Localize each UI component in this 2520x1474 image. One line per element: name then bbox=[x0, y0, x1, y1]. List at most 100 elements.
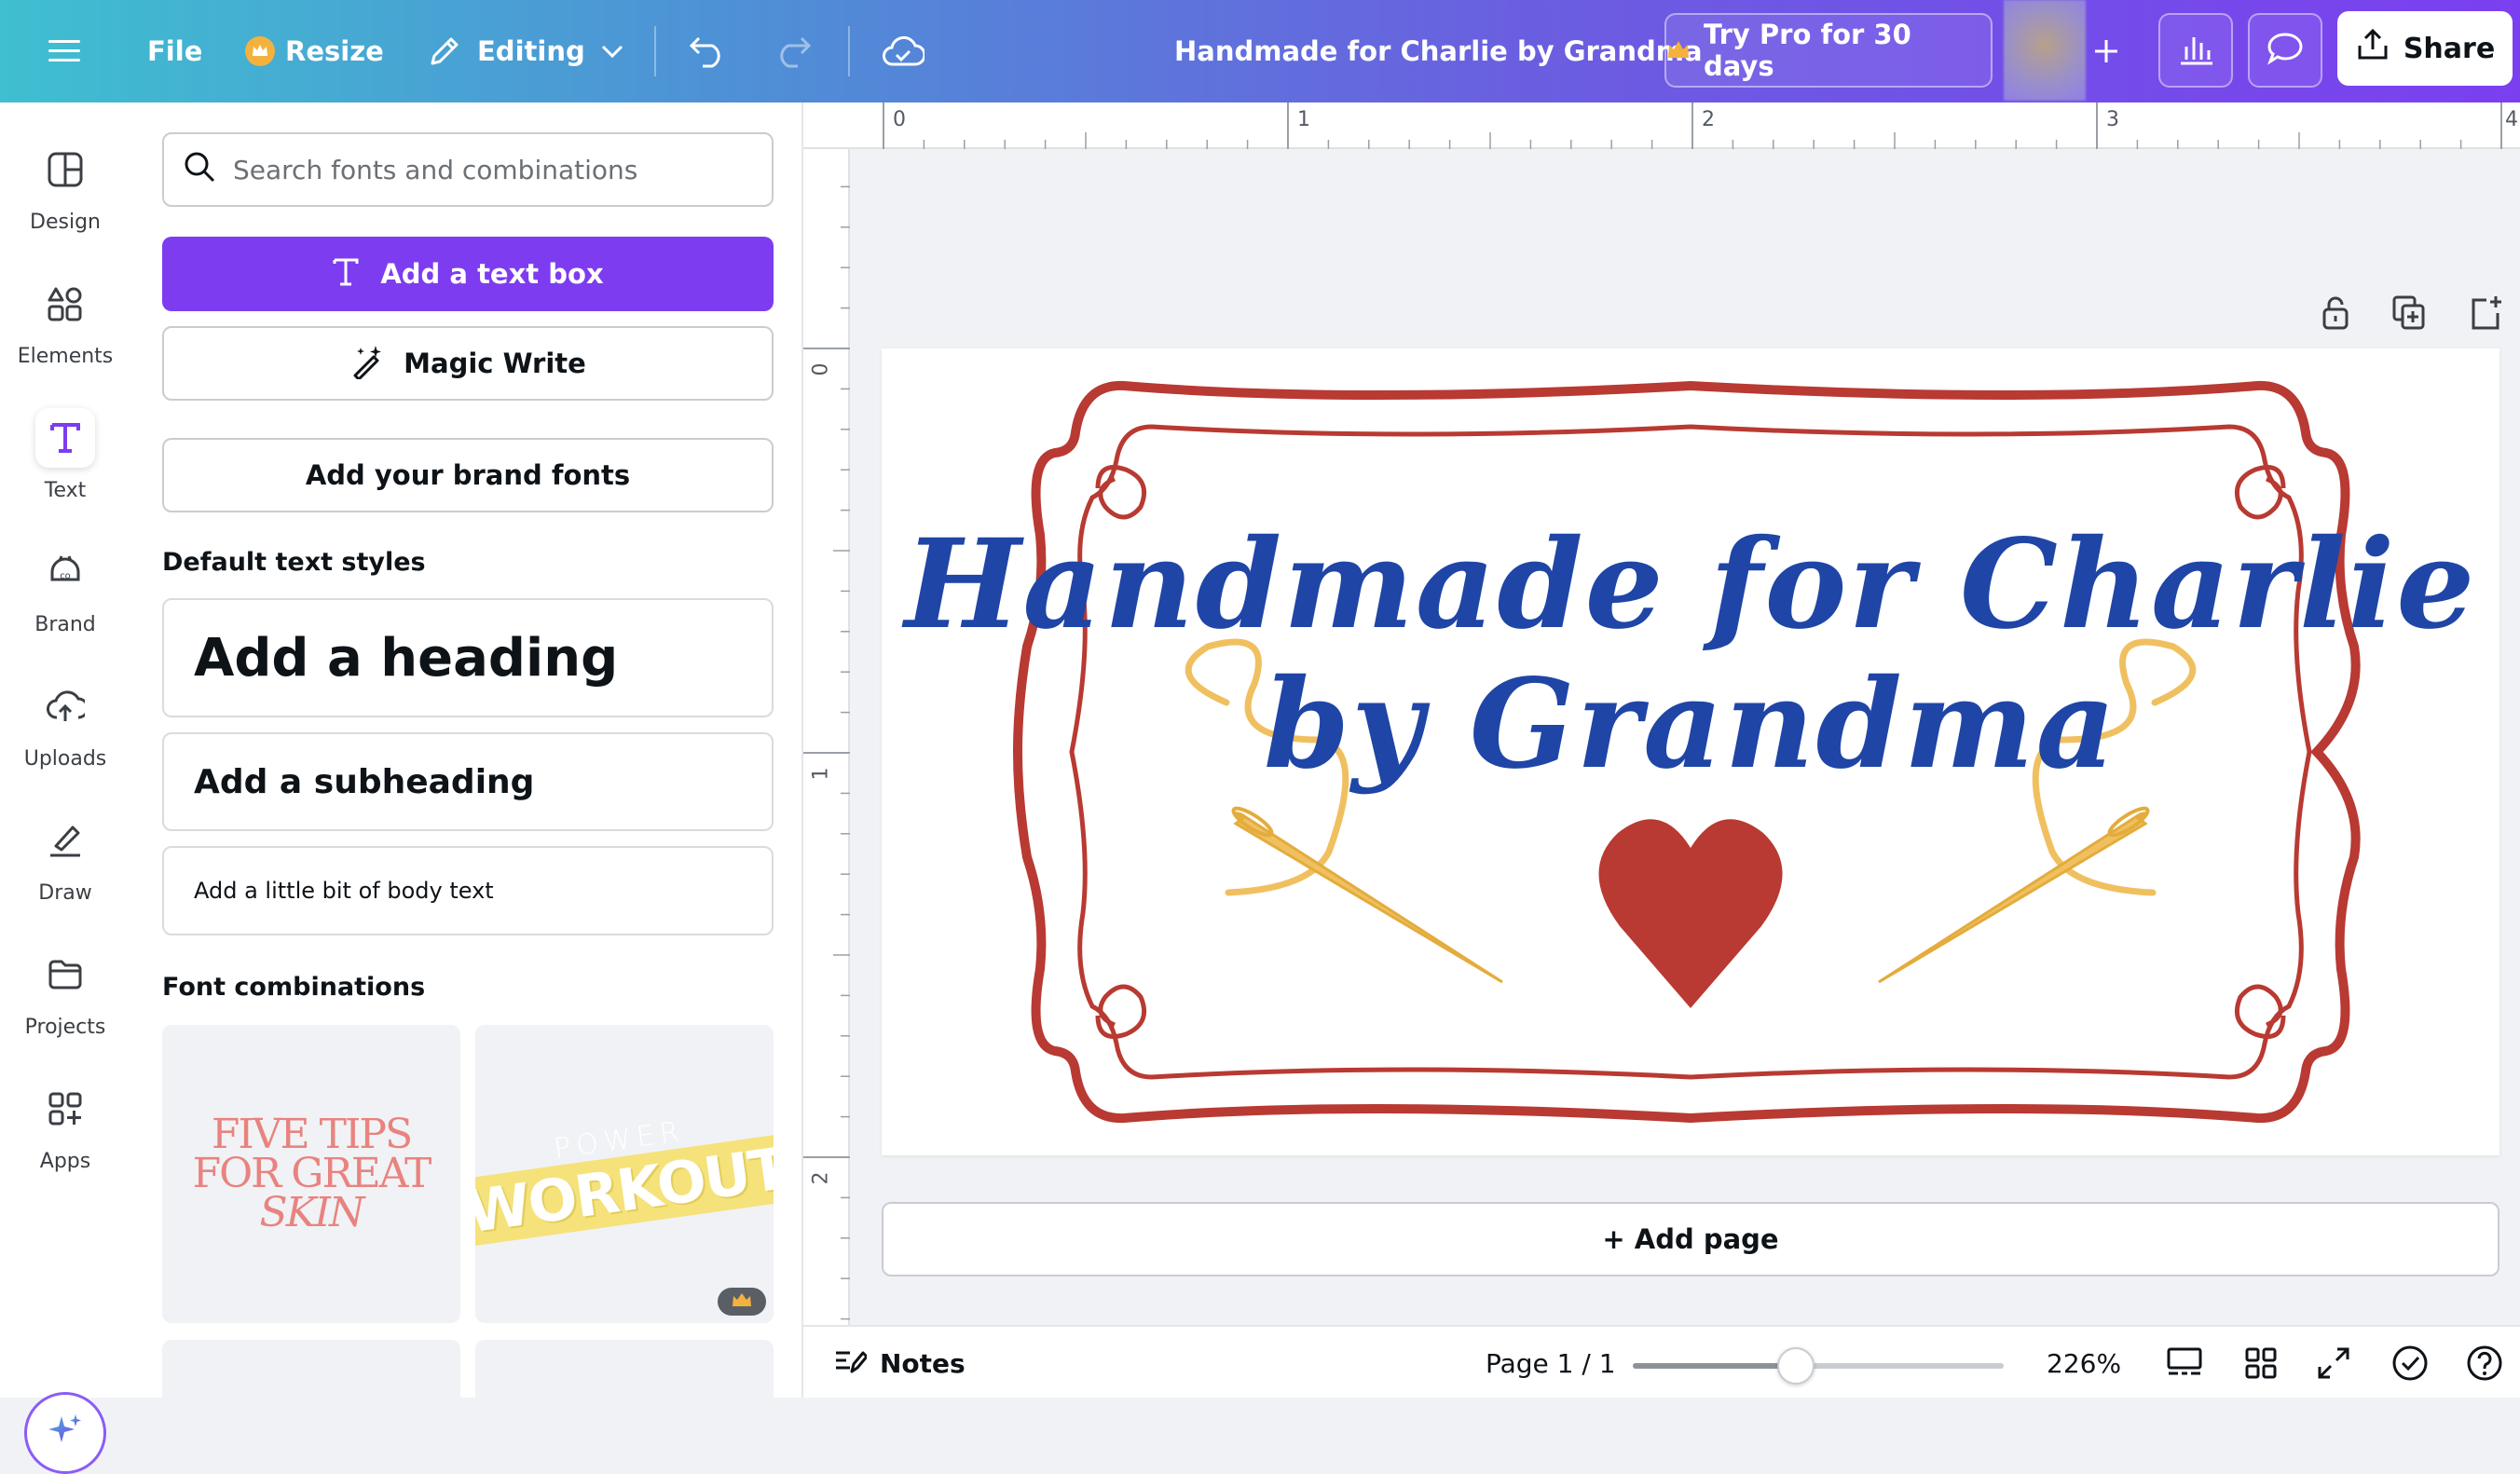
left-navigation: Design Elements Text co Brand Uploads Dr… bbox=[0, 102, 130, 1474]
add-textbox-button[interactable]: Add a text box bbox=[162, 237, 774, 311]
subheading-label: Add a subheading bbox=[194, 762, 535, 801]
design-page[interactable]: Handmade for Charlie by Grandma bbox=[882, 348, 2499, 1155]
combo-workout-text: POWER WORKOUT bbox=[475, 1100, 774, 1248]
pencil-icon bbox=[427, 34, 462, 69]
zoom-slider-handle[interactable] bbox=[1777, 1347, 1815, 1385]
toolbar-divider bbox=[654, 26, 656, 76]
font-search-input[interactable]: Search fonts and combinations bbox=[162, 132, 774, 207]
ruler-mark: 2 bbox=[1702, 108, 1715, 131]
font-combination-card[interactable]: FIVE TIPS FOR GREAT SKIN bbox=[162, 1025, 460, 1323]
comments-button[interactable] bbox=[2248, 13, 2322, 88]
add-heading-card[interactable]: Add a heading bbox=[162, 598, 774, 717]
magic-write-button[interactable]: Magic Write bbox=[162, 326, 774, 401]
add-page-button[interactable]: + Add page bbox=[882, 1202, 2499, 1276]
nav-elements-label: Elements bbox=[17, 345, 114, 368]
cloud-saved-icon[interactable] bbox=[882, 0, 924, 102]
menu-icon[interactable] bbox=[48, 0, 80, 102]
editing-mode-dropdown[interactable]: Editing bbox=[427, 0, 624, 102]
lock-icon[interactable] bbox=[2321, 294, 2350, 335]
pro-crown-badge bbox=[718, 1288, 766, 1316]
notes-icon bbox=[833, 1345, 869, 1382]
check-icon[interactable] bbox=[2391, 1327, 2429, 1399]
label-line-2[interactable]: by Grandma bbox=[882, 652, 2499, 797]
editing-label: Editing bbox=[477, 35, 585, 67]
body-label: Add a little bit of body text bbox=[194, 878, 494, 904]
help-icon[interactable] bbox=[2466, 1327, 2503, 1399]
svg-text:co: co bbox=[60, 571, 71, 581]
uploads-icon bbox=[35, 676, 95, 736]
insights-button[interactable] bbox=[2158, 13, 2233, 88]
magic-assistant-button[interactable] bbox=[24, 1392, 106, 1474]
design-icon bbox=[35, 140, 95, 199]
grid-view-icon[interactable] bbox=[2166, 1327, 2203, 1399]
vertical-ruler: 0 1 2 bbox=[803, 149, 850, 1325]
duplicate-page-icon[interactable] bbox=[2391, 294, 2427, 335]
nav-draw[interactable]: Draw bbox=[0, 811, 130, 932]
try-pro-button[interactable]: Try Pro for 30 days bbox=[1664, 13, 1993, 88]
zoom-slider-track[interactable] bbox=[1633, 1363, 2004, 1369]
redo-icon[interactable] bbox=[774, 0, 813, 102]
nav-elements[interactable]: Elements bbox=[0, 274, 130, 395]
text-panel: Search fonts and combinations Add a text… bbox=[130, 102, 803, 1414]
ruler-mark: 3 bbox=[2106, 108, 2119, 131]
top-toolbar: File Resize Editing Handmade for Charlie… bbox=[0, 0, 2520, 102]
document-title[interactable]: Handmade for Charlie by Grandma bbox=[1174, 0, 1703, 102]
bottom-toolbar: Notes Page 1 / 1 226% bbox=[803, 1325, 2520, 1398]
document-title-text: Handmade for Charlie by Grandma bbox=[1174, 35, 1703, 67]
brand-fonts-label: Add your brand fonts bbox=[305, 459, 631, 491]
font-combination-card[interactable] bbox=[162, 1340, 460, 1414]
resize-label: Resize bbox=[285, 35, 384, 67]
default-styles-title: Default text styles bbox=[162, 548, 426, 577]
file-menu-button[interactable]: File bbox=[147, 0, 202, 102]
nav-projects[interactable]: Projects bbox=[0, 945, 130, 1066]
page-indicator[interactable]: Page 1 / 1 bbox=[1486, 1327, 1616, 1399]
search-placeholder: Search fonts and combinations bbox=[233, 154, 638, 185]
search-icon bbox=[183, 150, 216, 190]
zoom-label: 226% bbox=[2047, 1347, 2122, 1379]
add-collaborator-icon[interactable] bbox=[2086, 0, 2127, 102]
ruler-mark: 0 bbox=[893, 108, 906, 131]
nav-draw-label: Draw bbox=[38, 881, 92, 905]
zoom-percentage[interactable]: 226% bbox=[2047, 1327, 2121, 1399]
nav-brand[interactable]: co Brand bbox=[0, 542, 130, 663]
horizontal-ruler: 0 1 2 3 4 bbox=[803, 102, 2520, 149]
fullscreen-icon[interactable] bbox=[2317, 1327, 2350, 1399]
nav-text[interactable]: Text bbox=[0, 408, 130, 529]
undo-icon[interactable] bbox=[688, 0, 727, 102]
font-combination-card[interactable] bbox=[475, 1340, 774, 1414]
add-subheading-card[interactable]: Add a subheading bbox=[162, 732, 774, 831]
magic-wand-icon bbox=[349, 342, 387, 386]
page-tools bbox=[2321, 294, 2503, 335]
label-line-1[interactable]: Handmade for Charlie bbox=[882, 512, 2499, 657]
zoom-slider-fill bbox=[1633, 1363, 1797, 1369]
resize-button[interactable]: Resize bbox=[244, 0, 384, 102]
nav-brand-label: Brand bbox=[34, 613, 96, 636]
nav-design[interactable]: Design bbox=[0, 140, 130, 261]
ruler-mark: 1 bbox=[1297, 108, 1310, 131]
combo1-line: FOR GREAT bbox=[192, 1150, 432, 1197]
add-textbox-label: Add a text box bbox=[380, 258, 604, 290]
chevron-down-icon bbox=[600, 44, 624, 59]
brand-icon: co bbox=[35, 542, 95, 602]
nav-projects-label: Projects bbox=[24, 1016, 106, 1039]
magic-write-label: Magic Write bbox=[404, 348, 586, 379]
ruler-mark: 0 bbox=[809, 362, 833, 376]
combo1-line: SKIN bbox=[259, 1189, 365, 1236]
notes-button[interactable]: Notes bbox=[833, 1327, 966, 1399]
combo1-line: FIVE TIPS bbox=[211, 1111, 413, 1158]
heading-label: Add a heading bbox=[194, 627, 619, 689]
nav-uploads[interactable]: Uploads bbox=[0, 676, 130, 798]
add-brand-fonts-button[interactable]: Add your brand fonts bbox=[162, 438, 774, 512]
try-pro-label: Try Pro for 30 days bbox=[1704, 19, 1911, 82]
add-body-text-card[interactable]: Add a little bit of body text bbox=[162, 846, 774, 935]
thumbnails-icon[interactable] bbox=[2244, 1327, 2278, 1399]
share-button[interactable]: Share bbox=[2337, 11, 2513, 86]
file-label: File bbox=[147, 35, 203, 67]
avatar[interactable] bbox=[2004, 0, 2086, 101]
add-page-label: + Add page bbox=[1602, 1223, 1779, 1255]
nav-apps[interactable]: Apps bbox=[0, 1079, 130, 1200]
apps-icon bbox=[35, 1079, 95, 1139]
nav-text-label: Text bbox=[44, 479, 87, 502]
add-page-icon[interactable] bbox=[2468, 294, 2503, 335]
font-combination-card[interactable]: POWER WORKOUT bbox=[475, 1025, 774, 1323]
